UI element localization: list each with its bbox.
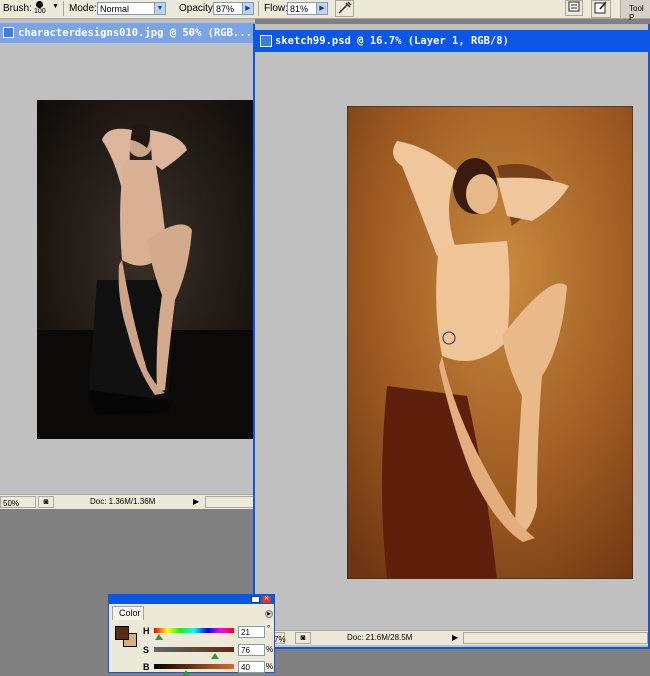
ps-document-icon — [3, 27, 14, 38]
ps-document-icon — [260, 35, 272, 47]
hue-slider-thumb[interactable] — [155, 634, 163, 640]
doc1-statusbar: 50% ◙ Doc: 1.36M/1.36M ▶ — [0, 494, 255, 509]
hue-unit: ° — [267, 624, 271, 633]
color-panel[interactable]: ✕ Color ▶ H 21 ° S 76 % B 40 % — [108, 594, 275, 676]
panel-menu-icon[interactable]: ▶ — [265, 610, 273, 618]
brightness-slider[interactable] — [154, 664, 234, 669]
saturation-slider-thumb[interactable] — [211, 653, 219, 659]
opacity-slider-arrow-icon[interactable]: ▶ — [242, 2, 254, 15]
flow-field[interactable]: 81% — [287, 2, 317, 15]
flow-label: Flow: — [264, 3, 288, 14]
doc2-title: sketch99.psd @ 16.7% (Layer 1, RGB/8) — [275, 35, 509, 47]
divider — [258, 1, 259, 16]
doc2-statusbar: 7% ◙ Doc: 21.6M/28.5M ▶ — [255, 630, 648, 645]
doc1-status-menu-icon[interactable]: ▶ — [193, 495, 199, 509]
doc2-titlebar[interactable]: sketch99.psd @ 16.7% (Layer 1, RGB/8) — [253, 30, 650, 52]
saturation-unit: % — [266, 645, 274, 654]
tool-presets-tab[interactable]: Tool P — [620, 0, 650, 22]
doc2-doc-size: Doc: 21.6M/28.5M — [347, 633, 413, 642]
color-panel-titlebar[interactable] — [109, 595, 274, 604]
flow-slider-arrow-icon[interactable]: ▶ — [316, 2, 328, 15]
opacity-label: Opacity: — [179, 3, 216, 14]
doc1-title: characterdesigns010.jpg @ 50% (RGB... — [18, 27, 252, 39]
airbrush-icon[interactable] — [335, 0, 354, 17]
doc1-titlebar[interactable]: characterdesigns010.jpg @ 50% (RGB... — [0, 23, 255, 43]
tool-presets-label: Tool P — [629, 4, 644, 22]
brush-preset-icon — [36, 1, 43, 8]
brush-label: Brush: — [3, 3, 32, 14]
brush-size: 100 — [34, 8, 46, 15]
options-bar: Brush: 100 ▼ Mode: Normal ▼ Opacity: 87%… — [0, 0, 650, 22]
foreground-color-swatch[interactable] — [115, 626, 129, 640]
hue-slider[interactable] — [154, 628, 234, 633]
hue-label: H — [143, 626, 150, 636]
dropdown-arrow-icon[interactable]: ▼ — [52, 3, 59, 10]
hue-value-field[interactable]: 21 — [238, 626, 265, 638]
opacity-field[interactable]: 87% — [213, 2, 243, 15]
mode-label: Mode: — [69, 3, 97, 14]
mode-select[interactable]: Normal — [97, 2, 155, 15]
reference-photo — [37, 100, 255, 439]
brush-preset-picker[interactable]: 100 — [34, 0, 48, 18]
saturation-label: S — [143, 645, 150, 655]
doc1-hscrollbar[interactable] — [205, 496, 255, 508]
tool-presets-icon[interactable] — [591, 0, 611, 18]
doc2-status-menu-icon[interactable]: ▶ — [452, 631, 458, 645]
color-tab-label: Color — [119, 608, 141, 618]
doc1-zoom-field[interactable]: 50% — [0, 496, 36, 508]
doc2-hscrollbar[interactable] — [463, 632, 648, 644]
minimize-icon[interactable] — [251, 596, 260, 603]
mode-dropdown-icon[interactable]: ▼ — [154, 2, 166, 15]
document-window-sketch[interactable]: sketch99.psd @ 16.7% (Layer 1, RGB/8) 7%… — [253, 24, 650, 649]
color-tab[interactable]: Color — [112, 606, 144, 620]
brightness-value-field[interactable]: 40 — [238, 661, 265, 673]
doc1-doc-size: Doc: 1.36M/1.36M — [90, 497, 156, 506]
palette-well-icon[interactable] — [565, 0, 583, 16]
document-window-reference[interactable]: characterdesigns010.jpg @ 50% (RGB... 50… — [0, 19, 255, 509]
close-icon[interactable]: ✕ — [262, 596, 271, 603]
divider — [63, 1, 64, 16]
saturation-value-field[interactable]: 76 — [238, 644, 265, 656]
doc2-zoom-value: 7% — [274, 635, 286, 644]
brightness-label: B — [143, 662, 150, 672]
doc2-nav-icon[interactable]: ◙ — [295, 632, 311, 644]
painting-canvas[interactable] — [346, 105, 634, 580]
saturation-slider[interactable] — [154, 647, 234, 652]
doc1-nav-icon[interactable]: ◙ — [38, 496, 54, 508]
brightness-unit: % — [266, 662, 274, 671]
brightness-slider-thumb[interactable] — [182, 670, 190, 676]
